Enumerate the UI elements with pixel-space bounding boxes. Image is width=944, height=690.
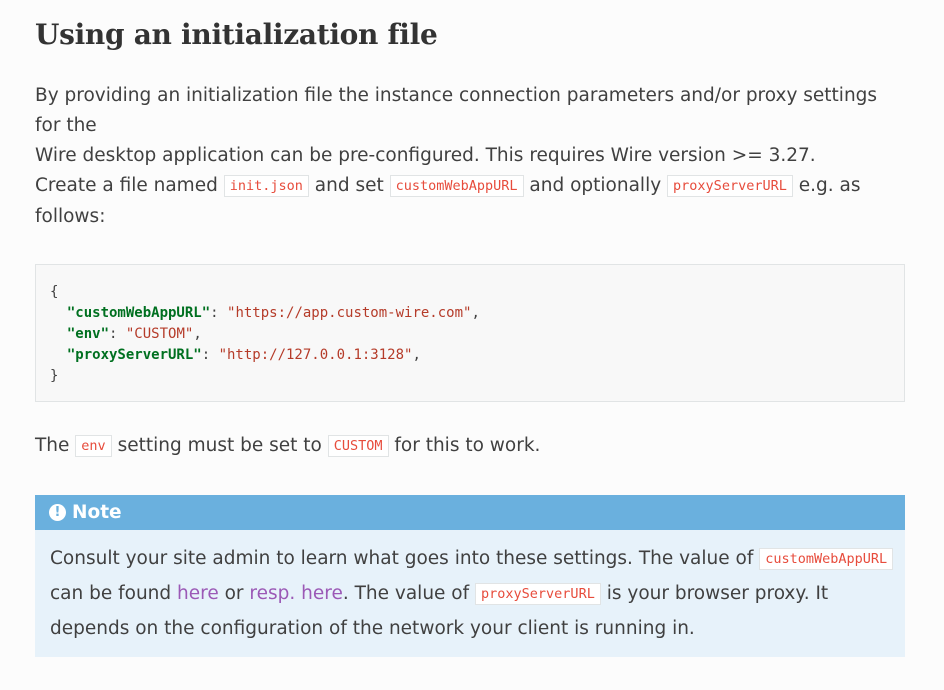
text: and set: [308, 175, 390, 196]
note-admonition: ! Note Consult your site admin to learn …: [35, 495, 905, 657]
text: and optionally: [523, 175, 668, 196]
code-key: "env": [66, 326, 110, 342]
code-value: "http://127.0.0.1:3128": [218, 347, 413, 363]
text: setting must be set to: [111, 435, 328, 456]
resp-here-link[interactable]: resp. here: [249, 583, 342, 604]
code-value: "CUSTOM": [125, 326, 194, 342]
inline-code-custom: CUSTOM: [327, 435, 389, 457]
text: or: [218, 583, 250, 604]
intro-line-2: Wire desktop application can be pre-conf…: [35, 145, 816, 166]
code-value: "https://app.custom-wire.com": [227, 305, 472, 321]
inline-code-customwebappurl: customWebAppURL: [389, 175, 524, 197]
code-content: { "customWebAppURL": "https://app.custom…: [50, 284, 480, 384]
note-title: Note: [72, 502, 122, 523]
note-title-bar: ! Note: [35, 495, 905, 530]
inline-code-proxyserverurl: proxyServerURL: [475, 583, 601, 605]
text: for this to work.: [388, 435, 541, 456]
json-code-block[interactable]: { "customWebAppURL": "https://app.custom…: [35, 264, 905, 402]
intro-paragraph: By providing an initialization file the …: [35, 81, 905, 171]
code-key: "proxyServerURL": [66, 347, 202, 363]
page-title: Using an initialization file: [35, 18, 438, 51]
text: Create a file named: [35, 175, 224, 196]
text: Consult your site admin to learn what go…: [50, 548, 760, 569]
text: The: [35, 435, 76, 456]
code-brace-close: }: [50, 368, 59, 384]
inline-code-init-json: init.json: [223, 175, 309, 197]
code-key: "customWebAppURL": [66, 305, 211, 321]
exclamation-circle-icon: !: [49, 504, 66, 521]
inline-code-proxyserverurl: proxyServerURL: [667, 175, 793, 197]
inline-code-env: env: [75, 435, 112, 457]
code-brace-open: {: [50, 284, 59, 300]
text: . The value of: [342, 583, 476, 604]
note-body: Consult your site admin to learn what go…: [50, 542, 895, 645]
intro-line-1: By providing an initialization file the …: [35, 85, 878, 136]
text: can be found: [50, 583, 178, 604]
env-paragraph: The env setting must be set to CUSTOM fo…: [35, 431, 905, 462]
create-file-paragraph: Create a file named init.json and set cu…: [35, 171, 905, 232]
page: Using an initialization file By providin…: [0, 0, 944, 690]
here-link[interactable]: here: [177, 583, 219, 604]
inline-code-customwebappurl: customWebAppURL: [759, 548, 894, 570]
